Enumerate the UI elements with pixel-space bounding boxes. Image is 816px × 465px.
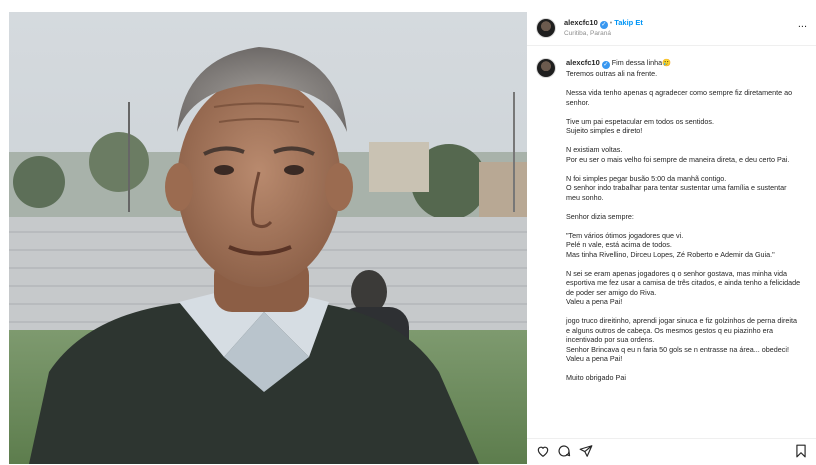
caption-paragraph: Tive um pai espetacular em todos os sent… — [566, 116, 714, 136]
caption-paragraph: Senhor dizia sempre: — [566, 211, 634, 221]
caption-heading: Fim dessa linha — [611, 58, 663, 67]
scroll-fade — [527, 424, 816, 438]
caption-paragraph: N foi simples pegar busão 5:00 da manhã … — [566, 173, 787, 202]
caption-paragraph: Muito obrigado Pai — [566, 373, 626, 382]
caption-paragraph: "Tem vários ótimos jogadores que vi. Pel… — [566, 230, 775, 259]
post-header: alexcfc10 ✓ • Takip Et Curitiba, Paraná ... — [527, 12, 816, 46]
comment-icon[interactable] — [557, 444, 571, 458]
caption-paragraph: jogo truco direitinho, aprendi jogar sin… — [566, 316, 797, 363]
caption-author-avatar[interactable] — [536, 58, 556, 78]
follow-button[interactable]: Takip Et — [614, 18, 643, 27]
post-location[interactable]: Curitiba, Paraná — [564, 30, 611, 37]
share-icon[interactable] — [579, 444, 593, 458]
caption-paragraph: N sei se eram apenas jogadores q o senho… — [566, 268, 801, 307]
action-bar — [527, 438, 816, 465]
more-options-button[interactable]: ... — [798, 18, 807, 30]
post-photo[interactable] — [9, 12, 527, 464]
bookmark-icon[interactable] — [794, 444, 808, 458]
emoji-icon: 🥲 — [662, 58, 672, 67]
verified-badge-icon: ✓ — [599, 21, 608, 29]
caption-paragraph: Teremos outras ali na frente. — [566, 69, 658, 78]
post-side-panel: alexcfc10 ✓ • Takip Et Curitiba, Paraná ...… — [527, 0, 816, 464]
post-caption: alexcfc10 ✓ Fim dessa linha🥲 Teremos outr… — [566, 58, 802, 392]
author-line: alexcfc10 ✓ • Takip Et — [564, 18, 643, 29]
comments-area[interactable]: alexcfc10 ✓ Fim dessa linha🥲 Teremos outr… — [527, 46, 816, 438]
caption-paragraph: Nessa vida tenho apenas q agradecer como… — [566, 88, 793, 107]
verified-badge-icon: ✓ — [601, 61, 610, 69]
author-avatar[interactable] — [536, 18, 556, 38]
author-username[interactable]: alexcfc10 — [564, 18, 598, 27]
separator-dot: • — [609, 20, 613, 27]
caption-author-username[interactable]: alexcfc10 — [566, 58, 600, 67]
caption-paragraph: N existiam voltas. Por eu ser o mais vel… — [566, 145, 790, 164]
heart-icon[interactable] — [536, 444, 550, 458]
caption-first-line: alexcfc10 ✓ Fim dessa linha🥲 Teremos outr… — [566, 58, 802, 79]
photo-man-at-stadium — [9, 12, 527, 464]
